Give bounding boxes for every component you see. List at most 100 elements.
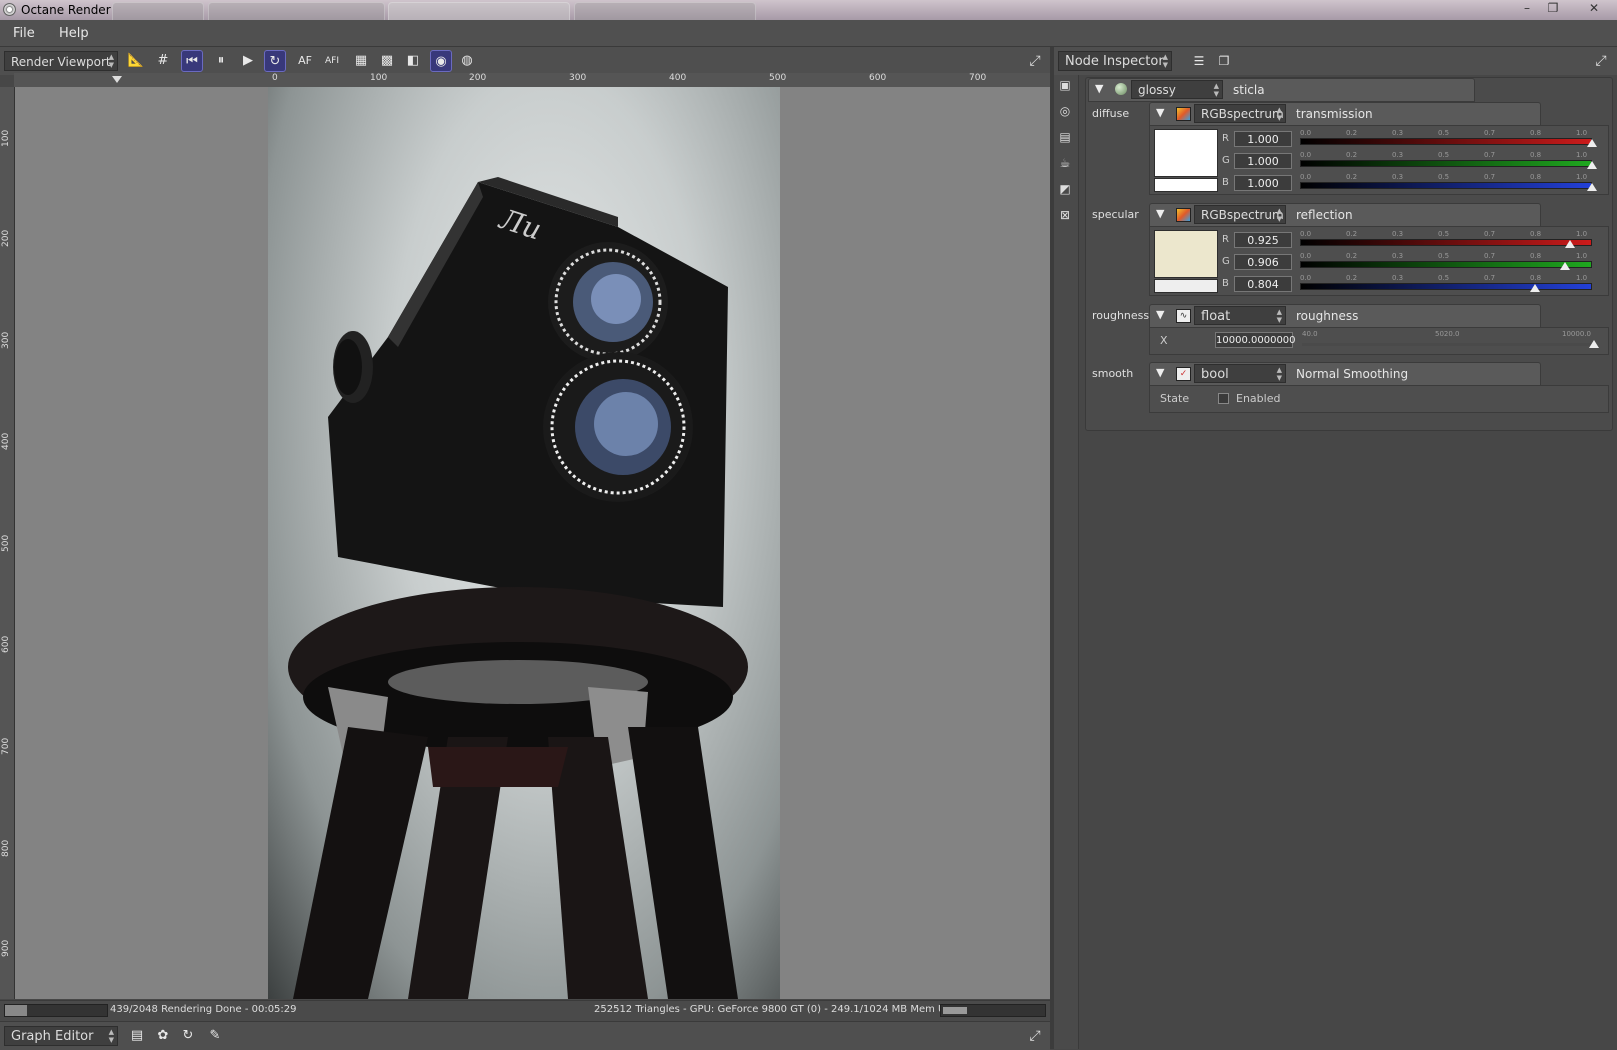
- slider-handle[interactable]: [1529, 284, 1540, 292]
- slider-handle[interactable]: [1565, 240, 1576, 248]
- diffuse-channel-row-g: G 1.000 0.0 0.2 0.3 0.5 0.7 0.8 1.0: [1150, 151, 1608, 171]
- roughness-value-input[interactable]: 10000.0000000: [1215, 332, 1296, 348]
- vertical-ruler: 100 200 300 400 500 600 700 800 900: [0, 87, 15, 999]
- collapse-triangle-icon[interactable]: ▼: [1156, 366, 1164, 379]
- float-node-icon: ∿: [1176, 309, 1191, 323]
- roughness-type-select[interactable]: float ▲ ▼: [1194, 306, 1286, 325]
- close-button[interactable]: ✕: [1578, 0, 1610, 16]
- root-node-header[interactable]: ▼ glossy ▲ ▼ sticla: [1088, 78, 1475, 102]
- slider-track: [1300, 261, 1592, 268]
- specular-node-name: reflection: [1296, 208, 1353, 222]
- node-color-icon[interactable]: ✿: [152, 1025, 174, 1047]
- slider-ticks: 0.0 0.2 0.3 0.5 0.7 0.8 1.0: [1300, 129, 1592, 137]
- slider-handle[interactable]: [1587, 183, 1597, 191]
- expand-all-icon[interactable]: ❐: [1213, 50, 1235, 72]
- maximize-button[interactable]: ❐: [1541, 0, 1565, 16]
- collapse-triangle-icon[interactable]: ▼: [1156, 106, 1164, 119]
- image-icon[interactable]: ▣: [1057, 77, 1073, 93]
- specular-b-slider[interactable]: 0.0 0.2 0.3 0.5 0.7 0.8 1.0: [1300, 274, 1592, 294]
- diffuse-b-value-input[interactable]: 1.000: [1234, 175, 1292, 191]
- minimize-button[interactable]: –: [1515, 0, 1539, 16]
- diffuse-r-slider[interactable]: 0.0 0.2 0.3 0.5 0.7 0.8 1.0: [1300, 129, 1597, 149]
- slider-tick-label: 0.7: [1484, 274, 1496, 282]
- kernel-icon[interactable]: ⊠: [1057, 207, 1073, 223]
- menu-help[interactable]: Help: [59, 26, 89, 41]
- specular-b-value-input[interactable]: 0.804: [1234, 276, 1292, 292]
- window-title: Octane Render: [21, 3, 111, 17]
- collapse-all-icon[interactable]: ☰: [1188, 50, 1210, 72]
- diffuse-node-header[interactable]: ▼ RGBspectrum ▲ ▼ transmission: [1149, 102, 1541, 126]
- specular-r-slider[interactable]: 0.0 0.2 0.3 0.5 0.7 0.8 1.0: [1300, 230, 1592, 250]
- environment-icon[interactable]: ▤: [1057, 129, 1073, 145]
- autofocus-icon[interactable]: AF: [294, 50, 316, 72]
- maximize-graph-editor-icon[interactable]: ⤢: [1026, 1027, 1044, 1045]
- specular-node-header[interactable]: ▼ RGBspectrum ▲ ▼ reflection: [1149, 203, 1541, 227]
- slider-tick-label: 0.8: [1530, 173, 1542, 181]
- pin-label-specular: specular: [1092, 208, 1139, 221]
- node-inspector-selector[interactable]: Node Inspector ▲ ▼: [1058, 51, 1172, 71]
- maximize-inspector-icon[interactable]: ⤢: [1592, 52, 1610, 70]
- play-icon[interactable]: ▶: [237, 50, 259, 72]
- specular-r-value-input[interactable]: 0.925: [1234, 232, 1292, 248]
- slider-handle[interactable]: [1587, 161, 1597, 169]
- enabled-checkbox[interactable]: [1218, 393, 1229, 404]
- compare-icon[interactable]: ◧: [402, 50, 424, 72]
- roughness-slider[interactable]: 40.0 5020.0 10000.0: [1302, 330, 1599, 350]
- reload-graph-icon[interactable]: ↻: [177, 1025, 199, 1047]
- camera-icon[interactable]: ◎: [1057, 103, 1073, 119]
- collapse-triangle-icon[interactable]: ▼: [1156, 308, 1164, 321]
- collapse-triangle-icon[interactable]: ▼: [1095, 82, 1103, 95]
- smooth-node-header[interactable]: ▼ ✓ bool ▲ ▼ Normal Smoothing: [1149, 362, 1541, 386]
- refresh-icon[interactable]: ↻: [264, 50, 286, 72]
- diffuse-type-select[interactable]: RGBspectrum ▲ ▼: [1194, 104, 1286, 123]
- status-scrollbar[interactable]: [940, 1004, 1046, 1017]
- specular-channel-row-b: B 0.804 0.0 0.2 0.3 0.5 0.7 0.8 1.0: [1150, 274, 1608, 294]
- teapot-icon[interactable]: ☕: [1057, 155, 1073, 171]
- menu-file[interactable]: File: [13, 26, 35, 41]
- graph-editor-selector[interactable]: Graph Editor ▲ ▼: [4, 1026, 118, 1046]
- ruler-icon[interactable]: 📐: [125, 50, 147, 72]
- pause-icon[interactable]: ⏸: [210, 50, 232, 72]
- specular-g-value-input[interactable]: 0.906: [1234, 254, 1292, 270]
- slider-track: [1300, 239, 1592, 246]
- sphere-active-icon[interactable]: ◉: [430, 50, 452, 72]
- rgb-node-icon: [1176, 107, 1191, 121]
- imager-icon[interactable]: ◩: [1057, 181, 1073, 197]
- slider-ticks: 0.0 0.2 0.3 0.5 0.7 0.8 1.0: [1300, 173, 1592, 181]
- collapse-triangle-icon[interactable]: ▼: [1156, 207, 1164, 220]
- material-type-select[interactable]: glossy ▲ ▼: [1131, 80, 1223, 99]
- ruler-tick: 900: [1, 939, 11, 957]
- scrollbar-thumb[interactable]: [943, 1007, 967, 1014]
- smooth-type-select[interactable]: bool ▲ ▼: [1194, 364, 1286, 383]
- render-image: Ли: [268, 87, 780, 999]
- ruler-marker-icon[interactable]: [112, 76, 122, 83]
- roughness-slider-track: [1302, 343, 1594, 346]
- specular-g-slider[interactable]: 0.0 0.2 0.3 0.5 0.7 0.8 1.0: [1300, 252, 1592, 272]
- render-canvas[interactable]: Ли: [15, 87, 1050, 999]
- diffuse-g-slider[interactable]: 0.0 0.2 0.3 0.5 0.7 0.8 1.0: [1300, 151, 1597, 171]
- slider-tick-label: 0.0: [1300, 230, 1312, 238]
- material-type-label: glossy: [1138, 83, 1176, 97]
- sphere-icon[interactable]: ◍: [456, 50, 478, 72]
- diffuse-b-slider[interactable]: 0.0 0.2 0.3 0.5 0.7 0.8 1.0: [1300, 173, 1597, 193]
- roughness-slider-handle[interactable]: [1589, 340, 1599, 348]
- checker-icon[interactable]: ▩: [376, 50, 398, 72]
- inspector-side-icons: ▣ ◎ ▤ ☕ ◩ ⊠: [1054, 75, 1079, 1049]
- restart-icon[interactable]: ⏮: [181, 50, 203, 72]
- slider-ticks: 0.0 0.2 0.3 0.5 0.7 0.8 1.0: [1300, 274, 1592, 282]
- slider-tick-label: 0.3: [1392, 151, 1404, 159]
- region-icon[interactable]: ▦: [350, 50, 372, 72]
- diffuse-g-value-input[interactable]: 1.000: [1234, 153, 1292, 169]
- grid-icon[interactable]: #: [152, 50, 174, 72]
- save-graph-icon[interactable]: ▤: [126, 1025, 148, 1047]
- slider-handle[interactable]: [1587, 139, 1597, 147]
- roughness-node-header[interactable]: ▼ ∿ float ▲ ▼ roughness: [1149, 304, 1541, 328]
- specular-type-select[interactable]: RGBspectrum ▲ ▼: [1194, 205, 1286, 224]
- maximize-viewport-icon[interactable]: ⤢: [1026, 52, 1044, 70]
- graph-tool-icon[interactable]: ✎: [204, 1025, 226, 1047]
- node-inspector-label: Node Inspector: [1065, 54, 1164, 69]
- diffuse-r-value-input[interactable]: 1.000: [1234, 131, 1292, 147]
- slider-handle[interactable]: [1559, 262, 1570, 270]
- viewport-selector[interactable]: Render Viewport ▲ ▼: [4, 51, 118, 71]
- afi-icon[interactable]: AFI: [321, 50, 343, 72]
